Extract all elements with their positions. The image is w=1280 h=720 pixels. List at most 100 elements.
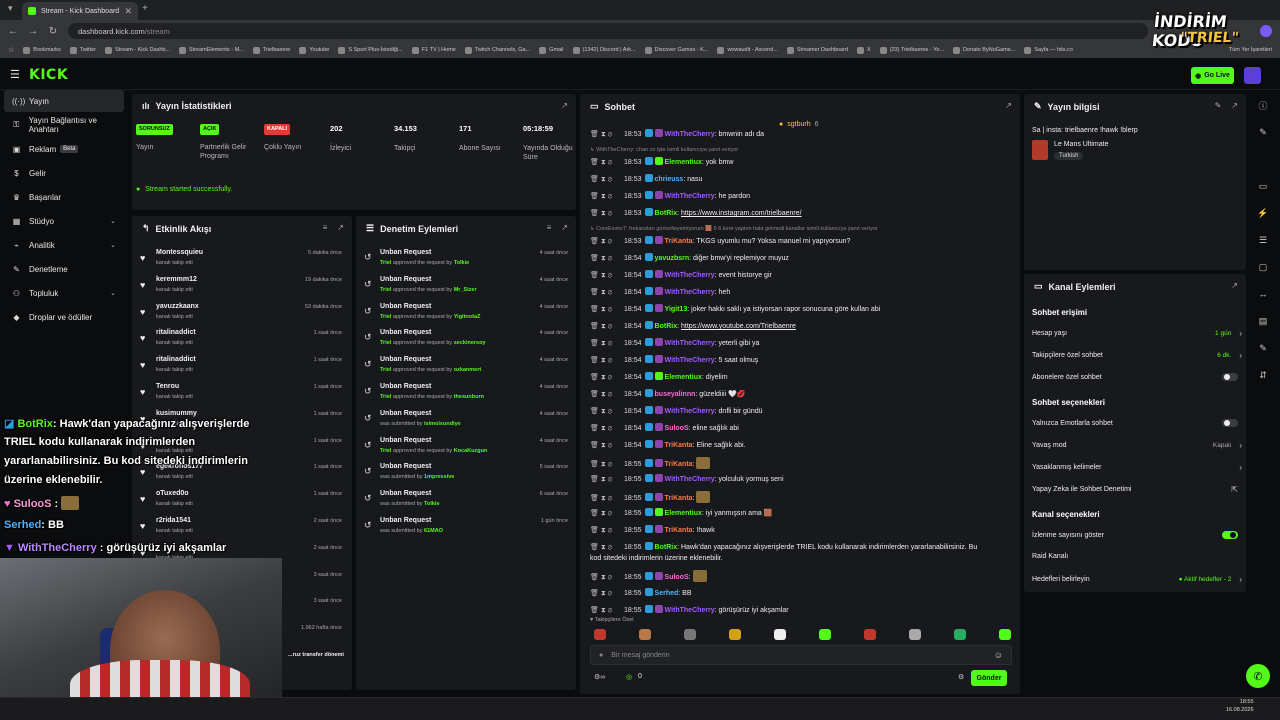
- chat-username[interactable]: WithTheCherry: [665, 340, 715, 347]
- activity-item[interactable]: ♥ Tenrou kanalı takip etti 1 saat önce: [138, 382, 348, 408]
- popout-icon[interactable]: ↗: [1005, 101, 1012, 110]
- chat-mod-actions-icon[interactable]: 🗑 ⧗ ⊘: [590, 525, 624, 536]
- chat-username[interactable]: TriKanta: [665, 527, 693, 534]
- moderation-item[interactable]: ↺ Unban Request was submitted by 1mpressiv…: [362, 462, 574, 488]
- emoji-icon[interactable]: ☺: [994, 650, 1003, 660]
- activity-item[interactable]: ♥ keremmm12 kanalı takip etti 19 dakika önc…: [138, 275, 348, 301]
- chat-mod-actions-icon[interactable]: 🗑 ⧗ ⊘: [590, 493, 624, 504]
- bookmark-item[interactable]: Streamer Dashboard: [786, 46, 848, 54]
- sidebar-item-1[interactable]: ⚿ Yayın Bağlantısı ve Anahtarı: [4, 114, 124, 136]
- popout-icon[interactable]: ↗: [1231, 101, 1238, 110]
- chat-mod-actions-icon[interactable]: 🗑 ⧗ ⊘: [590, 270, 624, 281]
- bookmark-item[interactable]: (1342) Discord | Ark...: [572, 46, 636, 54]
- chat-username[interactable]: WithTheCherry: [665, 289, 715, 296]
- chat-username[interactable]: WithTheCherry: [665, 476, 715, 483]
- channel-setting-row[interactable]: Raid Kanalı: [1032, 553, 1242, 560]
- activity-item[interactable]: ♥ oTuxed0o kanalı takip etti 1 saat önce: [138, 489, 348, 515]
- bookmark-item[interactable]: Trielbaenre: [252, 46, 290, 54]
- chat-mod-actions-icon[interactable]: 🗑 ⧗ ⊘: [590, 459, 624, 470]
- chat-tools-icon[interactable]: ⚙∞: [594, 673, 605, 681]
- card-icon[interactable]: ▭: [1256, 179, 1270, 193]
- sidebar-item-0[interactable]: ((·)) Yayın: [4, 90, 124, 112]
- new-tab-button[interactable]: +: [142, 3, 148, 14]
- chat-message[interactable]: 🗑 ⧗ ⊘ 18:55 SulooS:: [590, 570, 1015, 583]
- moderation-item[interactable]: ↺ Unban Request was submitted by isimolsun…: [362, 409, 574, 435]
- chat-mod-actions-icon[interactable]: 🗑 ⧗ ⊘: [590, 440, 624, 451]
- channel-setting-row[interactable]: Takipçilere özel sohbet 6 dk. ›: [1032, 351, 1242, 360]
- chat-username[interactable]: Elementiux: [665, 374, 702, 381]
- info-icon[interactable]: ⓘ: [1256, 98, 1270, 112]
- sidebar-item-2[interactable]: ▣ Reklam Beta: [4, 138, 124, 160]
- activity-item[interactable]: ♥ Montessquieu kanalı takip etti 5 dakika ö…: [138, 248, 348, 274]
- bookmark-item[interactable]: Gmail: [539, 46, 564, 54]
- chat-username[interactable]: BotRix: [655, 210, 678, 217]
- chat-username[interactable]: BotRix: [655, 544, 678, 551]
- bookmark-item[interactable]: Twitch Channels, Ga...: [464, 46, 530, 54]
- activity-item[interactable]: ♥ r2rida1541 kanalı takip etti 2 saat önce: [138, 516, 348, 542]
- chat-username[interactable]: SulooS: [665, 574, 689, 581]
- browser-tab[interactable]: Stream - Kick Dashboard ✕: [22, 2, 138, 20]
- moderation-item[interactable]: ↺ Unban Request Triel approved the request…: [362, 302, 574, 328]
- tab-list-icon[interactable]: ▾: [8, 3, 13, 14]
- chat-username[interactable]: BotRix: [655, 323, 678, 330]
- url-input[interactable]: dashboard.kick.com/stream: [68, 23, 1148, 39]
- bookmark-item[interactable]: X: [856, 46, 871, 54]
- chat-message[interactable]: 🗑 ⧗ ⊘ 18:55 Serhed: BB: [590, 587, 1015, 599]
- chat-username[interactable]: yavuzbsrn: [655, 255, 690, 262]
- chat-username[interactable]: TriKanta: [665, 238, 693, 245]
- activity-item[interactable]: ♥ yavuzzkaanx kanalı takip etti 53 dakika ö…: [138, 302, 348, 328]
- bookmark-item[interactable]: S Sport Plus-İstediği...: [338, 46, 403, 54]
- popout-icon[interactable]: ↗: [561, 101, 568, 110]
- activity-item[interactable]: ♥ ritalinaddict kanalı takip etti 1 saat ön…: [138, 355, 348, 381]
- chat-message[interactable]: 🗑 ⧗ ⊘ 18:53 BotRix: https://www.instagram.…: [590, 208, 1015, 219]
- popout-icon[interactable]: ↗: [1231, 281, 1238, 290]
- popout-icon[interactable]: ↗: [561, 223, 568, 232]
- quick-emote[interactable]: [639, 628, 651, 640]
- bookmark-item[interactable]: wowaudit - Ascend...: [717, 46, 778, 54]
- sidebar-item-9[interactable]: ◆ Droplar ve ödüller: [4, 306, 124, 328]
- chat-mod-actions-icon[interactable]: 🗑 ⧗ ⊘: [590, 474, 624, 485]
- channel-setting-row[interactable]: Yavaş mod Kapalı ›: [1032, 441, 1242, 450]
- chat-bubble-icon[interactable]: ▢: [1256, 260, 1270, 274]
- chat-username[interactable]: Elementiux: [665, 159, 702, 166]
- chat-message[interactable]: 🗑 ⧗ ⊘ 18:54 Elementiux: diyelim: [590, 372, 1015, 383]
- chat-message[interactable]: 🗑 ⧗ ⊘ 18:54 Yigit13: joker hakkı saklı ya …: [590, 304, 1015, 315]
- chat-username[interactable]: Serhed: [655, 590, 679, 597]
- bookmark-item[interactable]: Bookmarks: [23, 46, 61, 54]
- go-live-button[interactable]: ◉ Go Live: [1191, 67, 1234, 84]
- chat-message[interactable]: 🗑 ⧗ ⊘ 18:54 WithTheCherry: 5 saat olmuş: [590, 355, 1015, 366]
- sidebar-item-6[interactable]: ⌁ Analitik ⌄: [4, 234, 124, 256]
- toggle-switch[interactable]: [1222, 531, 1238, 539]
- chat-mod-actions-icon[interactable]: 🗑 ⧗ ⊘: [590, 253, 624, 264]
- chat-mod-actions-icon[interactable]: 🗑 ⧗ ⊘: [590, 287, 624, 298]
- chat-mod-actions-icon[interactable]: 🗑 ⧗ ⊘: [590, 406, 624, 417]
- chat-message[interactable]: 🗑 ⧗ ⊘ 18:55 Elementiux: iyi yanmışsın ama …: [590, 508, 1015, 519]
- chat-username[interactable]: WithTheCherry: [665, 272, 715, 279]
- lightning-icon[interactable]: ⚡: [1256, 206, 1270, 220]
- quick-emote[interactable]: [819, 628, 831, 640]
- external-link-icon[interactable]: ⇱: [1231, 485, 1238, 494]
- hamburger-menu-icon[interactable]: ☰: [10, 68, 20, 81]
- quick-emote[interactable]: [999, 628, 1011, 640]
- chat-message[interactable]: 🗑 ⧗ ⊘ 18:55 BotRix: Hawk'dan yapacağınız a…: [590, 542, 1015, 553]
- channel-setting-row[interactable]: Hesap yaşı 1 gün ›: [1032, 329, 1242, 338]
- chat-username[interactable]: TriKanta: [665, 461, 693, 468]
- channel-setting-row[interactable]: Yapay Zeka ile Sohbet Denetimi ⇱: [1032, 485, 1242, 494]
- moderation-item[interactable]: ↺ Unban Request Triel approved the request…: [362, 248, 574, 274]
- toggle-switch[interactable]: [1222, 419, 1238, 427]
- chat-username[interactable]: WithTheCherry: [665, 131, 715, 138]
- channel-setting-row[interactable]: Yasaklanmış kelimeler ›: [1032, 463, 1242, 472]
- sidebar-item-8[interactable]: ⚇ Topluluk ⌄: [4, 282, 124, 304]
- panel-icon[interactable]: ▤: [1256, 314, 1270, 328]
- sidebar-item-7[interactable]: ✎ Denetleme: [4, 258, 124, 280]
- list-icon[interactable]: ☰: [1256, 233, 1270, 247]
- chat-mod-actions-icon[interactable]: 🗑 ⧗ ⊘: [590, 321, 624, 332]
- quick-emote[interactable]: [954, 628, 966, 640]
- chat-mod-actions-icon[interactable]: 🗑 ⧗ ⊘: [590, 389, 624, 400]
- points-icon[interactable]: ◎: [626, 673, 632, 681]
- chat-mod-actions-icon[interactable]: 🗑 ⧗ ⊘: [590, 304, 624, 315]
- chat-message[interactable]: 🗑 ⧗ ⊘ 18:53 WithTheCherry: bmwnin adı da: [590, 129, 1015, 140]
- chat-message[interactable]: 🗑 ⧗ ⊘ 18:53 WithTheCherry: he pardon: [590, 191, 1015, 202]
- chat-message[interactable]: 🗑 ⧗ ⊘ 18:53 Elementiux: yok bmw: [590, 157, 1015, 168]
- chat-username[interactable]: buseyalinnn: [655, 391, 696, 398]
